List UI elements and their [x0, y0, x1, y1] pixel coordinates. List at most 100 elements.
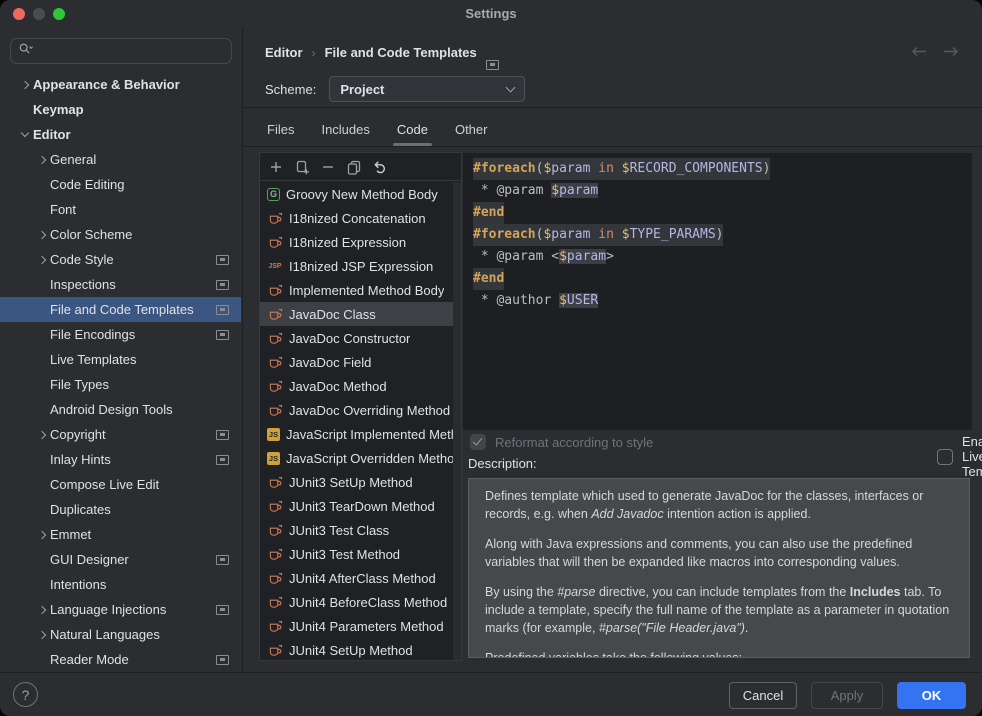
history-nav	[910, 45, 960, 58]
java-template-icon	[267, 282, 283, 298]
sidebar-item-label: Appearance & Behavior	[33, 77, 180, 92]
sidebar-item-duplicates[interactable]: Duplicates	[0, 497, 241, 522]
sidebar-item-label: Android Design Tools	[50, 402, 173, 417]
sidebar-item-label: Copyright	[50, 427, 106, 442]
template-item-javadoc-overriding-method[interactable]: JavaDoc Overriding Method	[260, 398, 453, 422]
sidebar-item-natural-languages[interactable]: Natural Languages	[0, 622, 241, 647]
sidebar-item-file-encodings[interactable]: File Encodings	[0, 322, 241, 347]
groovy-template-icon: G	[267, 188, 280, 201]
ok-button[interactable]: OK	[897, 682, 966, 709]
main-panel: Editor › File and Code Templates Scheme:…	[244, 28, 982, 672]
template-item-junit4-parameters-method[interactable]: JUnit4 Parameters Method	[260, 614, 453, 638]
template-item-label: JavaScript Overridden Method	[286, 451, 453, 466]
apply-button[interactable]: Apply	[811, 682, 883, 709]
template-item-javadoc-method[interactable]: JavaDoc Method	[260, 374, 453, 398]
java-template-icon	[267, 306, 283, 322]
template-item-groovy-new-method-body[interactable]: GGroovy New Method Body	[260, 182, 453, 206]
description-paragraph: Predefined variables take the following …	[485, 649, 953, 658]
sidebar-item-reader-mode[interactable]: Reader Mode	[0, 647, 241, 672]
code-line: #end	[473, 202, 972, 224]
template-item-junit4-setup-method[interactable]: JUnit4 SetUp Method	[260, 638, 453, 660]
chevron-right-icon	[37, 605, 45, 613]
description-paragraph: By using the #parse directive, you can i…	[485, 583, 953, 637]
cancel-button[interactable]: Cancel	[729, 682, 797, 709]
breadcrumb-item-editor[interactable]: Editor	[265, 45, 303, 60]
js-template-icon: JS	[267, 452, 280, 465]
template-item-i18nized-jsp-expression[interactable]: JSPI18nized JSP Expression	[260, 254, 453, 278]
settings-window: Settings Appearance & BehaviorKeymapEdit…	[0, 0, 982, 716]
options-row: Reformat according to style Enable Live …	[470, 434, 972, 456]
template-item-label: JavaDoc Field	[289, 355, 371, 370]
sidebar-item-keymap[interactable]: Keymap	[0, 97, 241, 122]
tab-code[interactable]: Code	[396, 120, 429, 139]
add-template-button[interactable]	[267, 158, 284, 175]
sidebar-item-editor[interactable]: Editor	[0, 122, 241, 147]
template-item-junit4-beforeclass-method[interactable]: JUnit4 BeforeClass Method	[260, 590, 453, 614]
template-item-javascript-overridden-method[interactable]: JS JavaScript Overridden Method	[260, 446, 453, 470]
sidebar-item-color-scheme[interactable]: Color Scheme	[0, 222, 241, 247]
sidebar-item-label: Keymap	[33, 102, 84, 117]
settings-sidebar: Appearance & Behavior Keymap Editor General…	[0, 28, 243, 672]
tab-includes[interactable]: Includes	[320, 120, 370, 139]
sidebar-item-language-injections[interactable]: Language Injections	[0, 597, 241, 622]
sidebar-item-compose-live-edit[interactable]: Compose Live Edit	[0, 472, 241, 497]
template-item-i18nized-expression[interactable]: I18nized Expression	[260, 230, 453, 254]
sidebar-item-intentions[interactable]: Intentions	[0, 572, 241, 597]
sidebar-item-file-types[interactable]: File Types	[0, 372, 241, 397]
sidebar-item-live-templates[interactable]: Live Templates	[0, 347, 241, 372]
sidebar-item-code-style[interactable]: Code Style	[0, 247, 241, 272]
sidebar-item-label: General	[50, 152, 96, 167]
sidebar-item-emmet[interactable]: Emmet	[0, 522, 241, 547]
scheme-row: Scheme: Project	[265, 76, 525, 102]
template-item-junit3-setup-method[interactable]: JUnit3 SetUp Method	[260, 470, 453, 494]
template-item-junit3-teardown-method[interactable]: JUnit3 TearDown Method	[260, 494, 453, 518]
remove-template-button[interactable]	[319, 158, 336, 175]
chevron-down-icon	[20, 129, 28, 137]
template-item-label: JUnit4 BeforeClass Method	[289, 595, 447, 610]
sidebar-item-font[interactable]: Font	[0, 197, 241, 222]
template-item-javascript-implemented-method[interactable]: JSJavaScript Implemented Method	[260, 422, 453, 446]
sidebar-item-general[interactable]: General	[0, 147, 241, 172]
template-item-i18nized-concatenation[interactable]: I18nized Concatenation	[260, 206, 453, 230]
template-item-javadoc-field[interactable]: JavaDoc Field	[260, 350, 453, 374]
screen-icon	[216, 455, 229, 465]
template-item-label: I18nized Concatenation	[289, 211, 426, 226]
tab-other[interactable]: Other	[454, 120, 489, 139]
sidebar-item-inspections[interactable]: Inspections	[0, 272, 241, 297]
sidebar-item-file-and-code-templates[interactable]: File and Code Templates	[0, 297, 241, 322]
sidebar-item-inlay-hints[interactable]: Inlay Hints	[0, 447, 241, 472]
forward-arrow-icon[interactable]	[942, 45, 960, 58]
reformat-option: Reformat according to style	[470, 434, 653, 450]
tab-files[interactable]: Files	[266, 120, 295, 139]
duplicate-template-button[interactable]	[293, 158, 310, 175]
search-input[interactable]	[10, 38, 232, 64]
help-button[interactable]: ?	[13, 682, 38, 707]
template-item-label: JavaDoc Class	[289, 307, 376, 322]
sidebar-item-android-design-tools[interactable]: Android Design Tools	[0, 397, 241, 422]
template-item-label: JUnit3 SetUp Method	[289, 475, 413, 490]
template-item-junit3-test-method[interactable]: JUnit3 Test Method	[260, 542, 453, 566]
sidebar-item-label: Compose Live Edit	[50, 477, 159, 492]
back-arrow-icon[interactable]	[910, 45, 928, 58]
description-paragraph: Along with Java expressions and comments…	[485, 535, 953, 571]
reset-template-button[interactable]	[371, 158, 388, 175]
template-item-implemented-method-body[interactable]: Implemented Method Body	[260, 278, 453, 302]
sidebar-item-label: Live Templates	[50, 352, 136, 367]
template-item-javadoc-class[interactable]: JavaDoc Class	[260, 302, 453, 326]
sidebar-item-label: Language Injections	[50, 602, 166, 617]
java-template-icon	[267, 498, 283, 514]
template-item-javadoc-constructor[interactable]: JavaDoc Constructor	[260, 326, 453, 350]
live-templates-checkbox[interactable]	[937, 449, 953, 465]
template-item-junit3-test-class[interactable]: JUnit3 Test Class	[260, 518, 453, 542]
sidebar-item-copyright[interactable]: Copyright	[0, 422, 241, 447]
scheme-select[interactable]: Project	[329, 76, 525, 102]
reformat-checkbox[interactable]	[470, 434, 486, 450]
template-list-scrollbar[interactable]	[453, 182, 461, 660]
sidebar-item-code-editing[interactable]: Code Editing	[0, 172, 241, 197]
copy-template-button[interactable]	[345, 158, 362, 175]
template-item-junit4-afterclass-method[interactable]: JUnit4 AfterClass Method	[260, 566, 453, 590]
sidebar-item-appearance-behavior[interactable]: Appearance & Behavior	[0, 72, 241, 97]
sidebar-item-gui-designer[interactable]: GUI Designer	[0, 547, 241, 572]
template-code-editor[interactable]: #foreach($param in $RECORD_COMPONENTS) *…	[463, 153, 972, 430]
breadcrumb-item-file-and-code-templates[interactable]: File and Code Templates	[325, 45, 477, 60]
